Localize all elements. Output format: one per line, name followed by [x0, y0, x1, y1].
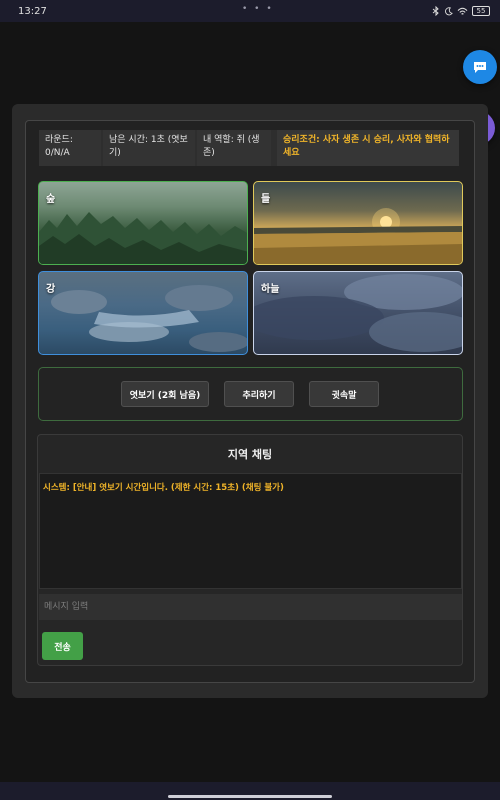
area-forest-label: 숲: [46, 194, 56, 205]
status-bar: 13:27 • • • 55: [0, 0, 500, 22]
my-role-info: 내 역할: 쥐 (생존): [197, 130, 271, 166]
chat-title: 지역 채팅: [227, 448, 273, 461]
action-panel: 엿보기 (2회 남음) 추리하기 귓속말: [38, 367, 463, 421]
window-dots: • • •: [242, 4, 274, 14]
area-field-tile[interactable]: 들: [253, 181, 463, 265]
moon-icon: [445, 6, 453, 15]
status-time: 13:27: [18, 5, 47, 17]
area-river-tile[interactable]: 강: [38, 271, 248, 355]
forest-image: [39, 212, 247, 264]
chat-fab-button[interactable]: [463, 50, 497, 84]
area-field-label: 들: [261, 194, 271, 205]
guess-button[interactable]: 추리하기: [224, 381, 294, 407]
home-gesture-handle[interactable]: [168, 795, 332, 798]
chat-message: 시스템: [안내] 엿보기 시간입니다. (제한 시간: 15초) (채팅 불가…: [43, 483, 284, 493]
status-icons: 55: [432, 6, 490, 16]
river-image: [51, 285, 247, 352]
game-info-bar: 라운드: 0/N/A 남은 시간: 1초 (엿보기) 내 역할: 쥐 (생존) …: [39, 130, 459, 166]
area-sky-label: 하늘: [261, 284, 280, 295]
chat-log: 시스템: [안내] 엿보기 시간입니다. (제한 시간: 15초) (채팅 불가…: [39, 473, 462, 589]
wifi-icon: [457, 7, 468, 15]
area-chat-panel: 지역 채팅 시스템: [안내] 엿보기 시간입니다. (제한 시간: 15초) …: [37, 434, 463, 666]
chat-bubble-icon: [474, 62, 486, 73]
win-condition-info: 승리조건: 사자 생존 시 승리, 사자와 협력하세요: [277, 130, 459, 166]
message-input[interactable]: [39, 594, 462, 620]
area-river-label: 강: [46, 284, 56, 295]
time-left-info: 남은 시간: 1초 (엿보기): [103, 130, 195, 166]
field-image: [254, 208, 462, 264]
send-button[interactable]: 전송: [42, 632, 83, 660]
game-container: 라운드: 0/N/A 남은 시간: 1초 (엿보기) 내 역할: 쥐 (생존) …: [12, 104, 488, 698]
round-info: 라운드: 0/N/A: [39, 130, 101, 166]
whisper-button[interactable]: 귓속말: [309, 381, 379, 407]
battery-icon: 55: [472, 6, 490, 16]
area-forest-tile[interactable]: 숲: [38, 181, 248, 265]
peek-button[interactable]: 엿보기 (2회 남음): [121, 381, 209, 407]
sky-image: [254, 274, 462, 352]
area-sky-tile[interactable]: 하늘: [253, 271, 463, 355]
bluetooth-icon: [432, 6, 439, 16]
